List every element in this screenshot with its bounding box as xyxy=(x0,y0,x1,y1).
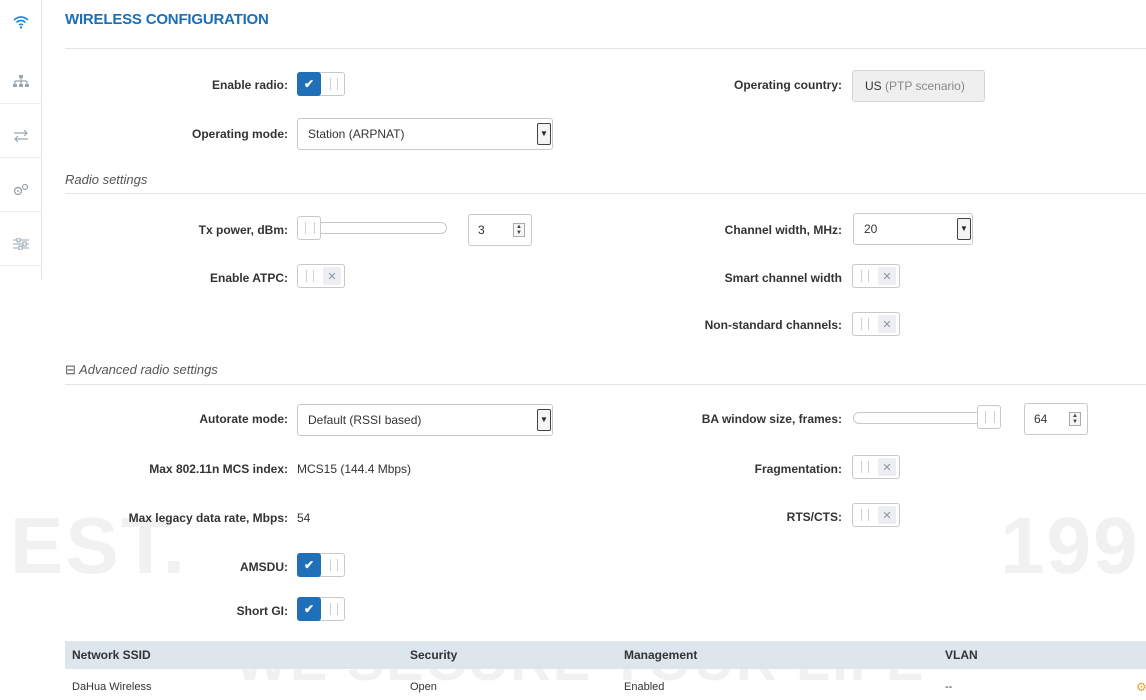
non-standard-channels-toggle[interactable]: ✕ xyxy=(852,312,900,336)
table-header xyxy=(65,641,1146,669)
amsdu-label: AMSDU: xyxy=(240,560,288,574)
page-title: WIRELESS CONFIGURATION xyxy=(65,11,269,28)
operating-country-sub: (PTP scenario) xyxy=(885,79,965,93)
enable-atpc-toggle[interactable]: ✕ xyxy=(297,264,345,288)
channel-width-label: Channel width, MHz: xyxy=(724,223,842,237)
smart-channel-width-label: Smart channel width xyxy=(724,271,842,285)
smart-channel-width-toggle[interactable]: ✕ xyxy=(852,264,900,288)
ba-window-value: 64 xyxy=(1034,412,1048,426)
table-row-vlan: -- xyxy=(945,681,953,693)
fragmentation-toggle[interactable]: ✕ xyxy=(852,455,900,479)
gear-icon[interactable]: ⚙ xyxy=(1136,680,1146,694)
divider xyxy=(65,193,1146,194)
gears-icon[interactable] xyxy=(0,168,42,212)
ba-window-input[interactable]: 64 ▲ ▼ xyxy=(1024,403,1088,435)
short-gi-toggle[interactable]: ✔ xyxy=(297,597,345,621)
operating-country-field: US (PTP scenario) xyxy=(852,70,985,102)
tx-power-input[interactable]: 3 ▲ ▼ xyxy=(468,214,532,246)
non-standard-channels-label: Non-standard channels: xyxy=(704,318,842,332)
close-icon: ✕ xyxy=(323,267,341,285)
dropdown-arrow-icon: ▼ xyxy=(537,123,551,145)
close-icon: ✕ xyxy=(878,506,896,524)
radio-settings-title: Radio settings xyxy=(65,172,148,187)
ba-window-label: BA window size, frames: xyxy=(701,412,842,426)
rts-cts-toggle[interactable]: ✕ xyxy=(852,503,900,527)
max-legacy-value: 54 xyxy=(297,511,311,525)
close-icon: ✕ xyxy=(878,458,896,476)
divider xyxy=(65,384,1146,385)
autorate-mode-select[interactable]: Default (RSSI based) ▼ xyxy=(297,404,553,436)
advanced-settings-toggle[interactable]: ⊟ Advanced radio settings xyxy=(65,362,218,378)
short-gi-label: Short GI: xyxy=(236,604,288,618)
ba-window-slider-thumb[interactable] xyxy=(977,405,1001,429)
close-icon: ✕ xyxy=(878,267,896,285)
column-header-vlan: VLAN xyxy=(945,648,978,662)
max-mcs-label: Max 802.11n MCS index: xyxy=(149,462,288,476)
enable-radio-label: Enable radio: xyxy=(211,78,288,92)
column-header-security: Security xyxy=(410,648,458,662)
enable-radio-toggle[interactable]: ✔ xyxy=(297,72,345,96)
spinner-icon[interactable]: ▲ ▼ xyxy=(513,223,525,237)
max-legacy-label: Max legacy data rate, Mbps: xyxy=(128,511,288,525)
amsdu-toggle[interactable]: ✔ xyxy=(297,553,345,577)
operating-mode-value: Station (ARPNAT) xyxy=(308,127,405,141)
watermark-right: 199 xyxy=(1000,501,1140,590)
max-mcs-value: MCS15 (144.4 Mbps) xyxy=(297,462,412,476)
spinner-icon[interactable]: ▲ ▼ xyxy=(1069,412,1081,426)
sliders-icon[interactable] xyxy=(0,222,42,266)
channel-width-select[interactable]: 20 ▼ xyxy=(853,213,973,245)
advanced-settings-title: Advanced radio settings xyxy=(79,362,218,377)
arrows-icon[interactable] xyxy=(0,114,42,158)
tx-power-label: Tx power, dBm: xyxy=(198,223,288,237)
tx-power-value: 3 xyxy=(478,223,485,237)
rts-cts-label: RTS/CTS: xyxy=(786,510,842,524)
check-icon: ✔ xyxy=(297,597,321,621)
collapse-icon: ⊟ xyxy=(65,362,76,377)
divider xyxy=(65,48,1146,49)
operating-mode-label: Operating mode: xyxy=(191,127,288,141)
operating-country-label: Operating country: xyxy=(733,78,842,92)
autorate-mode-label: Autorate mode: xyxy=(199,412,288,426)
check-icon: ✔ xyxy=(297,553,321,577)
table-row-ssid-link[interactable]: DaHua Wireless xyxy=(72,681,151,693)
dropdown-arrow-icon: ▼ xyxy=(957,218,971,240)
wifi-icon[interactable] xyxy=(0,0,42,44)
table-row-security: Open xyxy=(410,681,437,693)
operating-mode-select[interactable]: Station (ARPNAT) ▼ xyxy=(297,118,553,150)
autorate-mode-value: Default (RSSI based) xyxy=(308,413,422,427)
enable-atpc-label: Enable ATPC: xyxy=(209,271,288,285)
column-header-management: Management xyxy=(624,648,698,662)
column-header-ssid: Network SSID xyxy=(72,648,151,662)
network-icon[interactable] xyxy=(0,60,42,104)
close-icon: ✕ xyxy=(878,315,896,333)
dropdown-arrow-icon: ▼ xyxy=(537,409,551,431)
fragmentation-label: Fragmentation: xyxy=(754,462,842,476)
tx-power-slider-thumb[interactable] xyxy=(297,216,321,240)
operating-country-value: US xyxy=(865,79,882,93)
sidebar xyxy=(0,0,42,280)
channel-width-value: 20 xyxy=(864,222,878,236)
check-icon: ✔ xyxy=(297,72,321,96)
table-row-management: Enabled xyxy=(624,681,665,693)
